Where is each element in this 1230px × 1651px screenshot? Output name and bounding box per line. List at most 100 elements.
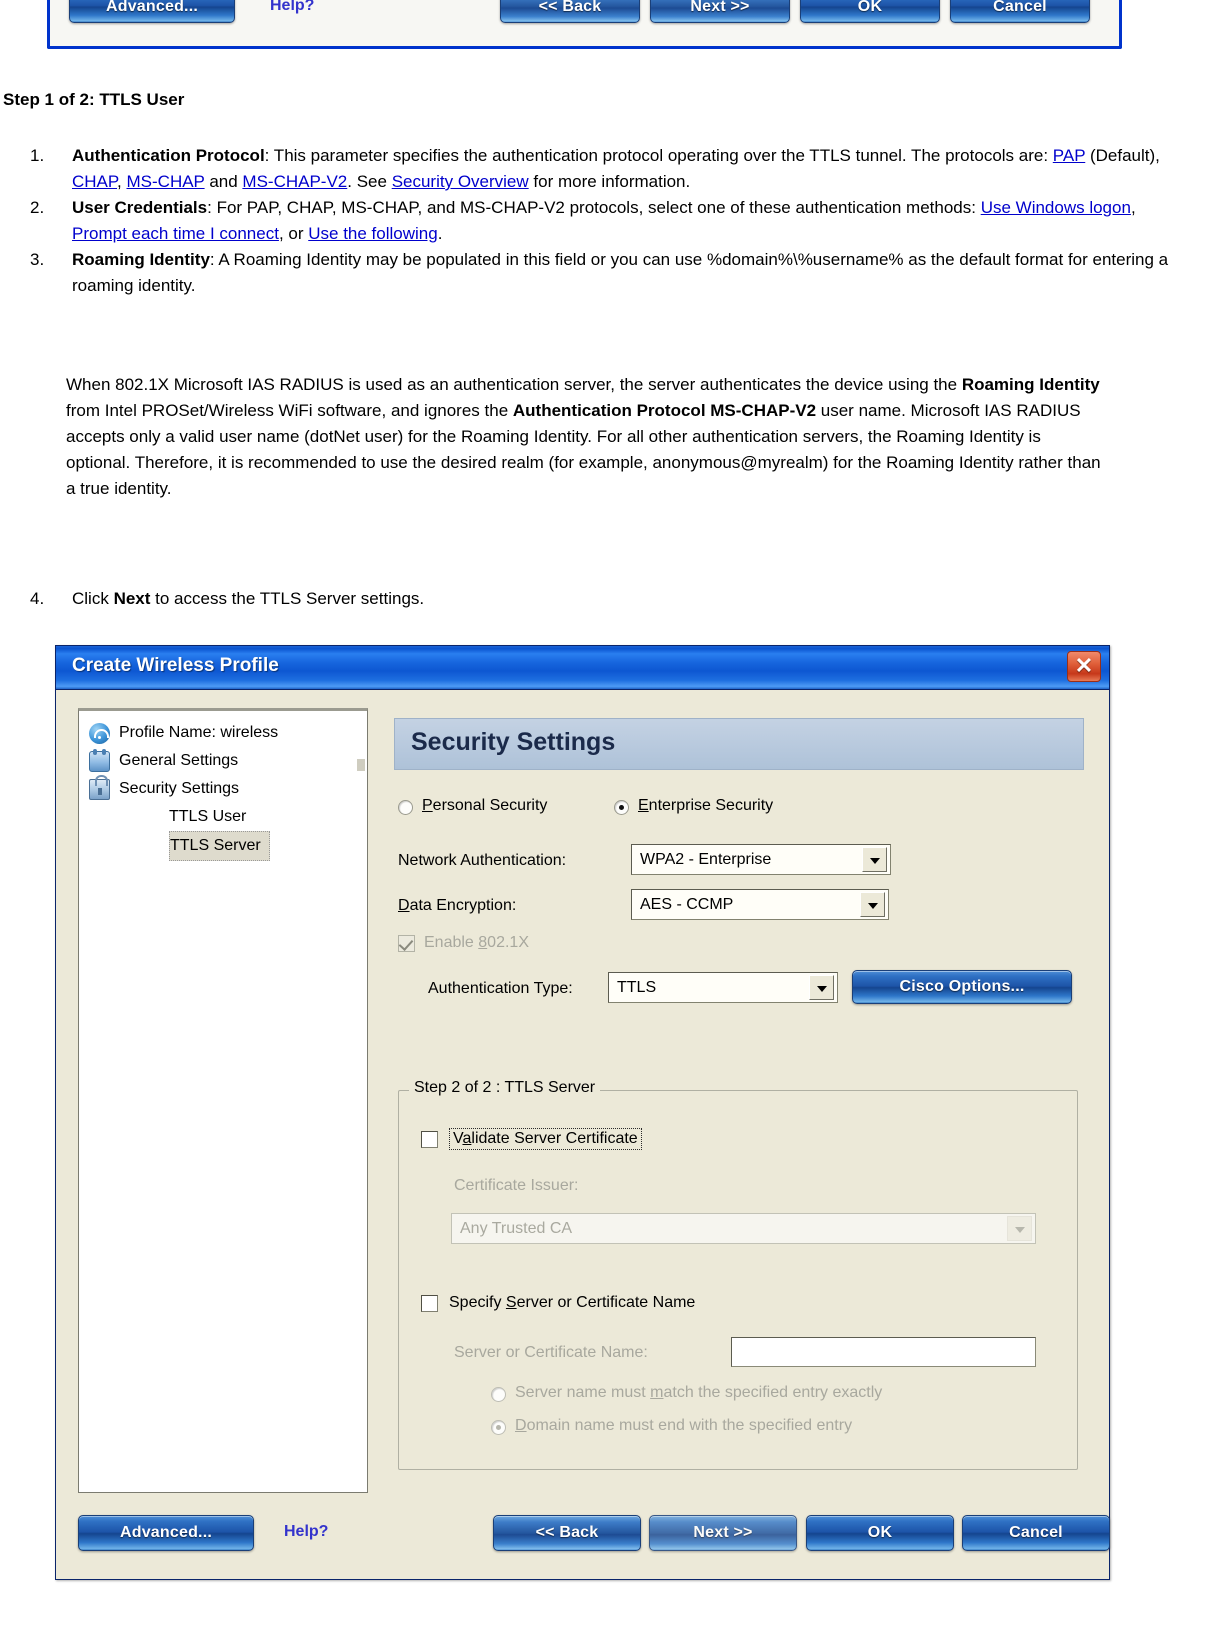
next-button-label: Next >> (693, 1524, 753, 1541)
match-exactly-accesskey: m (650, 1384, 664, 1401)
wifi-icon (89, 723, 110, 744)
advanced-button-top[interactable]: Advanced... (69, 0, 235, 23)
page-heading: Step 1 of 2: TTLS User (3, 90, 185, 109)
panel-header: Security Settings (394, 718, 1084, 770)
next-button[interactable]: Next >> (649, 1515, 797, 1551)
network-auth-value: WPA2 - Enterprise (640, 850, 772, 868)
instruction-list: 1. Authentication Protocol: This paramet… (0, 143, 1180, 299)
back-button[interactable]: << Back (493, 1515, 641, 1551)
list-item-1-text-d: . See (347, 172, 392, 191)
dialog-titlebar[interactable]: Create Wireless Profile ✕ (56, 646, 1109, 690)
link-use-the-following[interactable]: Use the following (308, 224, 437, 243)
specify-server-name-label[interactable]: Specify Server or Certificate Name (449, 1294, 695, 1312)
cancel-button-top-label: Cancel (993, 0, 1047, 15)
cisco-options-button[interactable]: Cisco Options... (852, 970, 1072, 1004)
panel-header-label: Security Settings (411, 728, 616, 756)
validate-server-certificate-checkbox[interactable] (421, 1131, 438, 1148)
list-item-4: 4. Click Next to access the TTLS Server … (0, 586, 1000, 612)
dialog-footer: Advanced... Help? << Back Next >> OK Can… (56, 1501, 1110, 1579)
network-auth-select[interactable]: WPA2 - Enterprise (631, 844, 891, 875)
certificate-issuer-select[interactable]: Any Trusted CA (451, 1213, 1036, 1244)
chevron-down-icon[interactable] (862, 847, 887, 872)
match-exactly-b: atch the specified entry exactly (663, 1384, 883, 1401)
specify-server-name-checkbox[interactable] (421, 1295, 438, 1312)
tree-item-ttls-server[interactable]: TTLS Server (169, 831, 270, 861)
ttls-server-fieldset-legend: Step 2 of 2 : TTLS Server (409, 1079, 601, 1097)
personal-security-label-rest: ersonal Security (432, 797, 548, 814)
note-paragraph: When 802.1X Microsoft IAS RADIUS is used… (66, 372, 1106, 502)
next-button-top[interactable]: Next >> (650, 0, 790, 23)
list-item-3-text: : A Roaming Identity may be populated in… (72, 250, 1169, 295)
list-item-2-number: 2. (30, 198, 45, 217)
specify-server-label-a: Specify (449, 1294, 506, 1311)
list-item-2: 2. User Credentials: For PAP, CHAP, MS-C… (0, 195, 1180, 247)
link-pap[interactable]: PAP (1053, 146, 1085, 165)
help-link[interactable]: Help? (284, 1523, 328, 1541)
list-item-1: 1. Authentication Protocol: This paramet… (0, 143, 1180, 195)
server-certificate-name-input[interactable] (731, 1337, 1036, 1367)
chevron-down-icon[interactable] (1007, 1216, 1032, 1241)
advanced-button[interactable]: Advanced... (78, 1515, 254, 1551)
server-name-match-exactly-label[interactable]: Server name must match the specified ent… (515, 1384, 882, 1402)
tree-item-profile-name-label: Profile Name: wireless (119, 724, 279, 741)
certificate-issuer-label: Certificate Issuer: (454, 1177, 579, 1194)
personal-security-radio[interactable] (398, 800, 413, 815)
specify-server-label-b: erver or Certificate Name (516, 1294, 696, 1311)
list-item-3: 3. Roaming Identity: A Roaming Identity … (0, 247, 1180, 299)
domain-end-rest: omain name must end with the specified e… (526, 1417, 853, 1434)
close-icon-glyph: ✕ (1074, 653, 1094, 678)
enable-8021x-label-b: 02.1X (487, 934, 529, 951)
chevron-down-icon[interactable] (860, 892, 885, 917)
link-prompt-each-time[interactable]: Prompt each time I connect (72, 224, 279, 243)
list-item-3-number: 3. (30, 250, 45, 269)
auth-type-value: TTLS (617, 978, 657, 996)
tree-item-general-settings[interactable]: General Settings (79, 747, 367, 775)
create-wireless-profile-dialog: Create Wireless Profile ✕ Profile Name: … (55, 645, 1110, 1580)
match-exactly-a: Server name must (515, 1384, 651, 1401)
cancel-button[interactable]: Cancel (962, 1515, 1110, 1551)
ok-button[interactable]: OK (806, 1515, 954, 1551)
data-encryption-select[interactable]: AES - CCMP (631, 889, 889, 920)
validate-server-certificate-label[interactable]: Validate Server Certificate (449, 1128, 642, 1150)
network-auth-label: Network Authentication: (398, 852, 567, 869)
note-bold-1: Roaming Identity (961, 375, 1100, 394)
close-icon[interactable]: ✕ (1067, 651, 1101, 682)
auth-type-select[interactable]: TTLS (608, 972, 838, 1003)
enterprise-security-accesskey: E (638, 797, 649, 814)
server-name-match-exactly-radio[interactable] (491, 1387, 506, 1402)
list-item-1-text-c: and (204, 172, 243, 191)
tree-item-ttls-user[interactable]: TTLS User (79, 803, 367, 831)
list-item-1-term: Authentication Protocol (72, 146, 265, 165)
security-mode-radio-group: Personal Security Enterprise Security (386, 794, 1086, 822)
next-button-top-label: Next >> (690, 0, 750, 15)
link-ms-chap[interactable]: MS-CHAP (127, 172, 205, 191)
tree-item-security-settings[interactable]: Security Settings (79, 775, 367, 803)
enable-8021x-checkbox[interactable] (398, 935, 415, 952)
domain-name-end-label[interactable]: Domain name must end with the specified … (515, 1417, 852, 1435)
link-chap[interactable]: CHAP (72, 172, 117, 191)
ok-button-top[interactable]: OK (800, 0, 940, 23)
help-link-top[interactable]: Help? (270, 0, 314, 15)
enterprise-security-label[interactable]: Enterprise Security (638, 797, 773, 815)
cancel-button-label: Cancel (1009, 1524, 1063, 1541)
list-item-2-text-b: , (1130, 198, 1136, 217)
enable-8021x-accesskey: 8 (478, 934, 488, 951)
enterprise-security-radio[interactable] (614, 800, 629, 815)
personal-security-label[interactable]: Personal Security (422, 797, 547, 815)
server-certificate-name-label: Server or Certificate Name: (454, 1344, 648, 1361)
tree-item-ttls-server-label: TTLS Server (170, 837, 261, 854)
cancel-button-top[interactable]: Cancel (950, 0, 1090, 23)
chevron-down-icon[interactable] (809, 975, 834, 1000)
advanced-button-label: Advanced... (119, 1524, 212, 1541)
validate-cert-label-b: lidate Server Certificate (471, 1130, 638, 1147)
link-ms-chap-v2[interactable]: MS-CHAP-V2 (242, 172, 347, 191)
profile-tree[interactable]: Profile Name: wireless General Settings … (78, 708, 368, 1493)
data-encryption-label-rest: ata Encryption: (409, 897, 517, 914)
adapter-icon (89, 749, 110, 772)
back-button-top[interactable]: << Back (500, 0, 640, 23)
link-use-windows-logon[interactable]: Use Windows logon (981, 198, 1131, 217)
domain-name-end-radio[interactable] (491, 1420, 506, 1435)
note-bold-2: Authentication Protocol MS-CHAP-V2 (512, 401, 817, 420)
tree-item-profile-name[interactable]: Profile Name: wireless (79, 719, 367, 747)
link-security-overview[interactable]: Security Overview (392, 172, 529, 191)
